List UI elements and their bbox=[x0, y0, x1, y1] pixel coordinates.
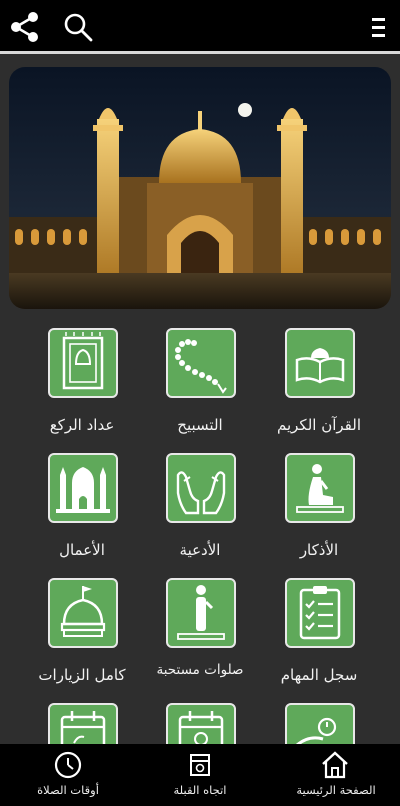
search-icon[interactable] bbox=[61, 10, 95, 44]
shrine-dome-icon bbox=[48, 578, 118, 648]
tile-label: التسبيح bbox=[177, 416, 223, 434]
prayer-beads-icon bbox=[166, 328, 236, 398]
quran-book-icon bbox=[285, 328, 355, 398]
hero-shrine-image bbox=[9, 67, 391, 309]
nav-qibla-label: اتجاه القبلة bbox=[173, 783, 227, 797]
tile-label: الأدعية bbox=[179, 541, 221, 559]
sitting-prayer-icon bbox=[285, 453, 355, 523]
mosque-icon bbox=[48, 453, 118, 523]
tile-label: صلوات مستحبة bbox=[156, 662, 244, 678]
tile-label: سجل المهام bbox=[280, 666, 358, 684]
nav-prayer-times[interactable]: أوقات الصلاة bbox=[28, 744, 108, 806]
nav-prayer-times-label: أوقات الصلاة bbox=[37, 783, 99, 797]
home-icon bbox=[320, 750, 350, 780]
tile-label: الأذكار bbox=[299, 541, 339, 559]
prayer-mat-icon bbox=[48, 328, 118, 398]
bottom-navigation: الصفحة الرئيسية اتجاه القبلة أوقات الصلا… bbox=[0, 744, 400, 806]
tile-label: الأعمال bbox=[59, 541, 105, 559]
share-icon[interactable] bbox=[8, 10, 42, 44]
praying-hands-icon bbox=[166, 453, 236, 523]
top-app-bar bbox=[0, 0, 400, 54]
checklist-icon bbox=[285, 578, 355, 648]
standing-prayer-icon bbox=[166, 578, 236, 648]
tile-label: كامل الزيارات bbox=[38, 666, 126, 684]
kaaba-icon bbox=[185, 750, 215, 780]
nav-qibla[interactable]: اتجاه القبلة bbox=[160, 744, 240, 806]
tile-label: عداد الركع bbox=[49, 416, 115, 434]
clock-icon bbox=[53, 750, 83, 780]
nav-home-label: الصفحة الرئيسية bbox=[296, 783, 376, 797]
nav-home[interactable]: الصفحة الرئيسية bbox=[290, 744, 380, 806]
tile-label: القرآن الكريم bbox=[276, 416, 361, 434]
menu-icon[interactable] bbox=[360, 10, 394, 44]
